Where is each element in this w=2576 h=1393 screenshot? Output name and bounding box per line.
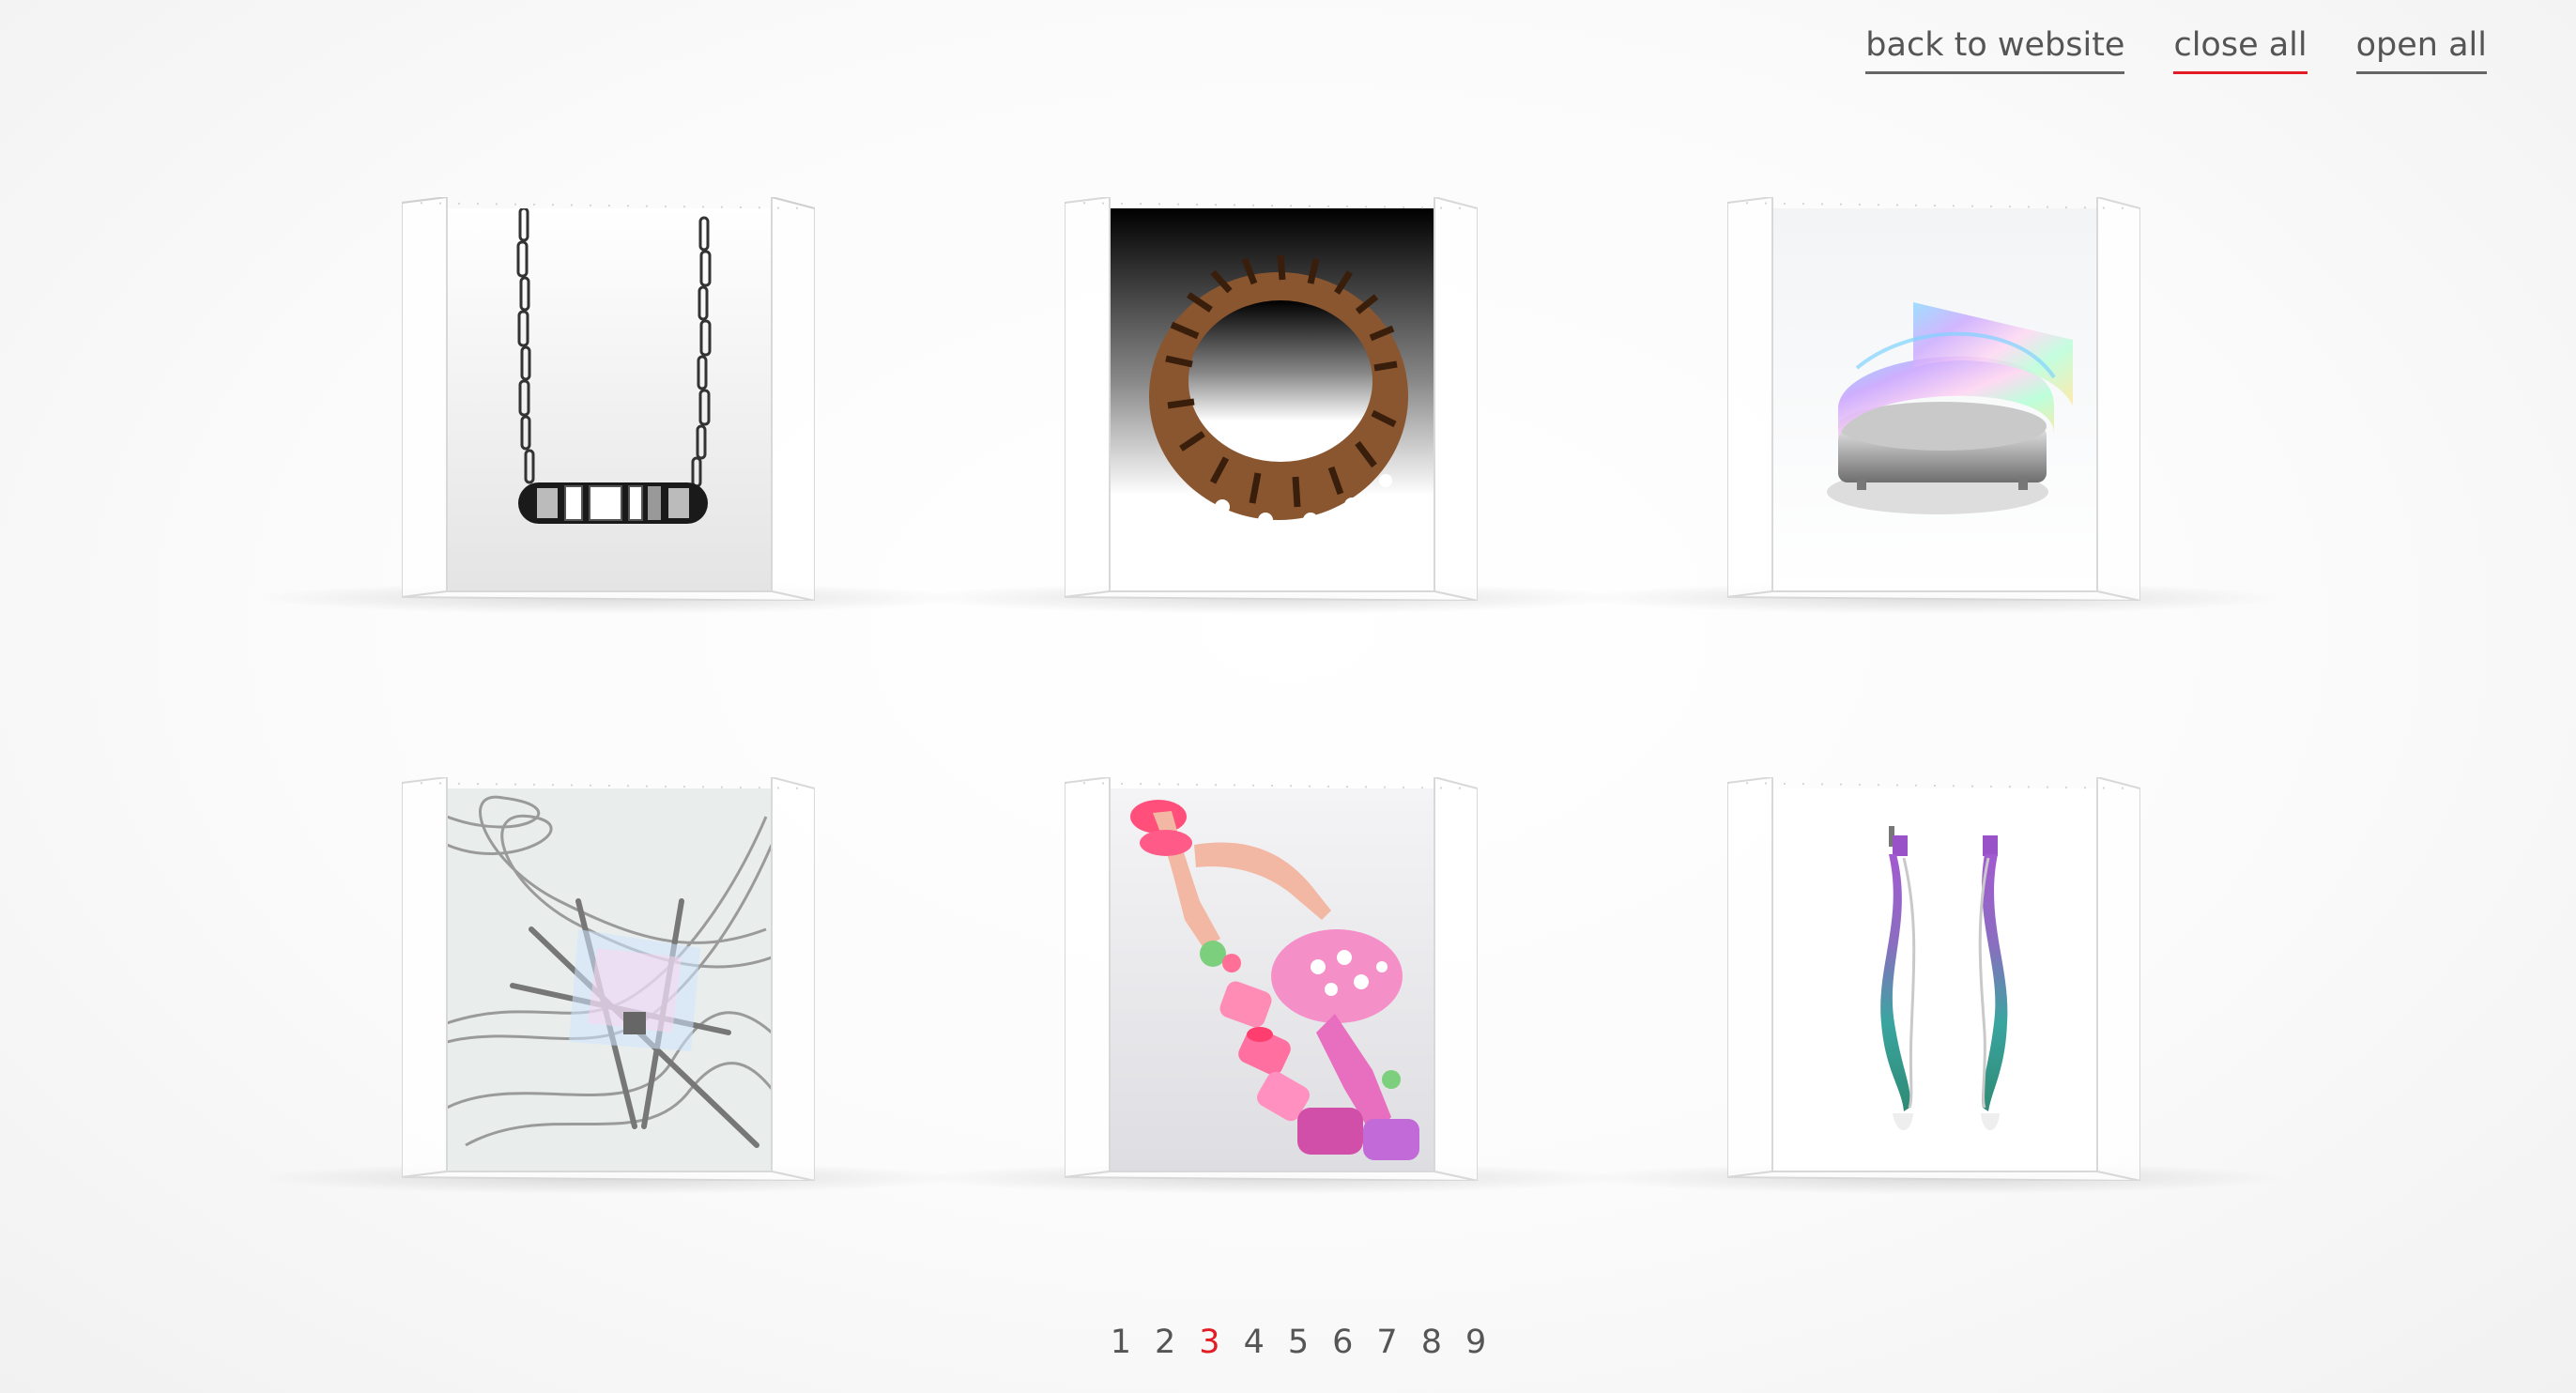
- page-link[interactable]: 2: [1155, 1322, 1175, 1363]
- showcase-box[interactable]: [261, 197, 956, 614]
- page-link[interactable]: 5: [1288, 1322, 1309, 1363]
- drop-earrings-icon: [1772, 788, 2097, 1171]
- showcase-box[interactable]: [1587, 777, 2281, 1194]
- showcase-box[interactable]: [1587, 197, 2281, 614]
- page-link-current[interactable]: 3: [1199, 1322, 1219, 1363]
- pagination: 1 2 3 4 5 6 7 8 9: [0, 1322, 2576, 1363]
- page-link[interactable]: 8: [1421, 1322, 1442, 1363]
- chain-pendant-necklace-icon: [447, 208, 772, 591]
- page-link[interactable]: 7: [1376, 1322, 1397, 1363]
- page-link[interactable]: 1: [1111, 1322, 1131, 1363]
- showcase-box[interactable]: [924, 197, 1618, 614]
- pink-hands-necklace-icon: [1110, 788, 1434, 1171]
- wire-brooch-icon: [447, 788, 772, 1171]
- showcase-box[interactable]: [261, 777, 956, 1194]
- pagination-list: 1 2 3 4 5 6 7 8 9: [1111, 1322, 1487, 1363]
- page-link[interactable]: 9: [1465, 1322, 1486, 1363]
- page-link[interactable]: 6: [1332, 1322, 1353, 1363]
- page-link[interactable]: 4: [1244, 1322, 1265, 1363]
- showcase-grid: [0, 0, 2576, 1393]
- wooden-bangle-icon: [1110, 208, 1434, 591]
- iridescent-ring-icon: [1772, 208, 2097, 591]
- showcase-box[interactable]: [924, 777, 1618, 1194]
